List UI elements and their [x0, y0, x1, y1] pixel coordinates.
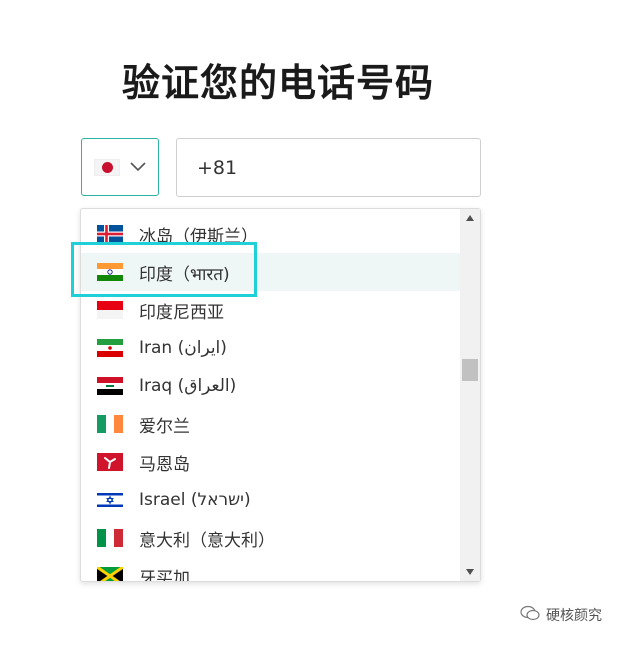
page-title: 验证您的电话号码 — [122, 61, 435, 105]
country-option-label: 马恩岛 — [139, 454, 190, 475]
iran-flag-icon — [97, 339, 123, 357]
country-option-jamaica[interactable]: 牙买加 — [81, 557, 461, 582]
country-option-iraq[interactable]: Iraq (‫العراق‬‎) — [81, 367, 461, 405]
scroll-up-arrow-icon[interactable] — [460, 209, 480, 227]
iceland-flag-icon — [97, 225, 123, 243]
country-option-iran[interactable]: Iran (‫ایران‬‎) — [81, 329, 461, 367]
italy-flag-icon — [97, 529, 123, 547]
japan-flag-icon — [94, 158, 120, 176]
indonesia-flag-icon — [97, 301, 123, 319]
dropdown-scrollbar[interactable] — [460, 209, 480, 581]
country-option-label: 牙买加 — [139, 568, 190, 582]
country-option-ireland[interactable]: 爱尔兰 — [81, 405, 461, 443]
country-option-label: Israel (‫ישראל‬‎) — [139, 490, 251, 510]
country-code-select[interactable] — [81, 138, 159, 196]
country-option-isle-of-man[interactable]: 马恩岛 — [81, 443, 461, 481]
highlight-annotation-box — [71, 242, 257, 297]
ireland-flag-icon — [97, 415, 123, 433]
country-option-label: 意大利（意大利） — [139, 530, 275, 551]
phone-number-input[interactable] — [176, 138, 481, 197]
iraq-flag-icon — [97, 377, 123, 395]
country-option-italy[interactable]: 意大利（意大利） — [81, 519, 461, 557]
scroll-thumb[interactable] — [462, 359, 478, 381]
israel-flag-icon — [97, 491, 123, 509]
country-option-label: 爱尔兰 — [139, 416, 190, 437]
scroll-down-arrow-icon[interactable] — [460, 563, 480, 581]
country-option-label: Iran (‫ایران‬‎) — [139, 338, 227, 358]
chevron-down-icon — [130, 162, 146, 172]
watermark: 硬核颜究 — [520, 605, 602, 625]
jamaica-flag-icon — [97, 567, 123, 581]
watermark-text: 硬核颜究 — [546, 608, 602, 624]
country-option-label: 印度尼西亚 — [139, 302, 224, 323]
country-option-label: Iraq (‫العراق‬‎) — [139, 376, 237, 396]
wechat-icon — [520, 605, 540, 625]
isle-of-man-flag-icon — [97, 453, 123, 471]
country-option-israel[interactable]: Israel (‫ישראל‬‎) — [81, 481, 461, 519]
